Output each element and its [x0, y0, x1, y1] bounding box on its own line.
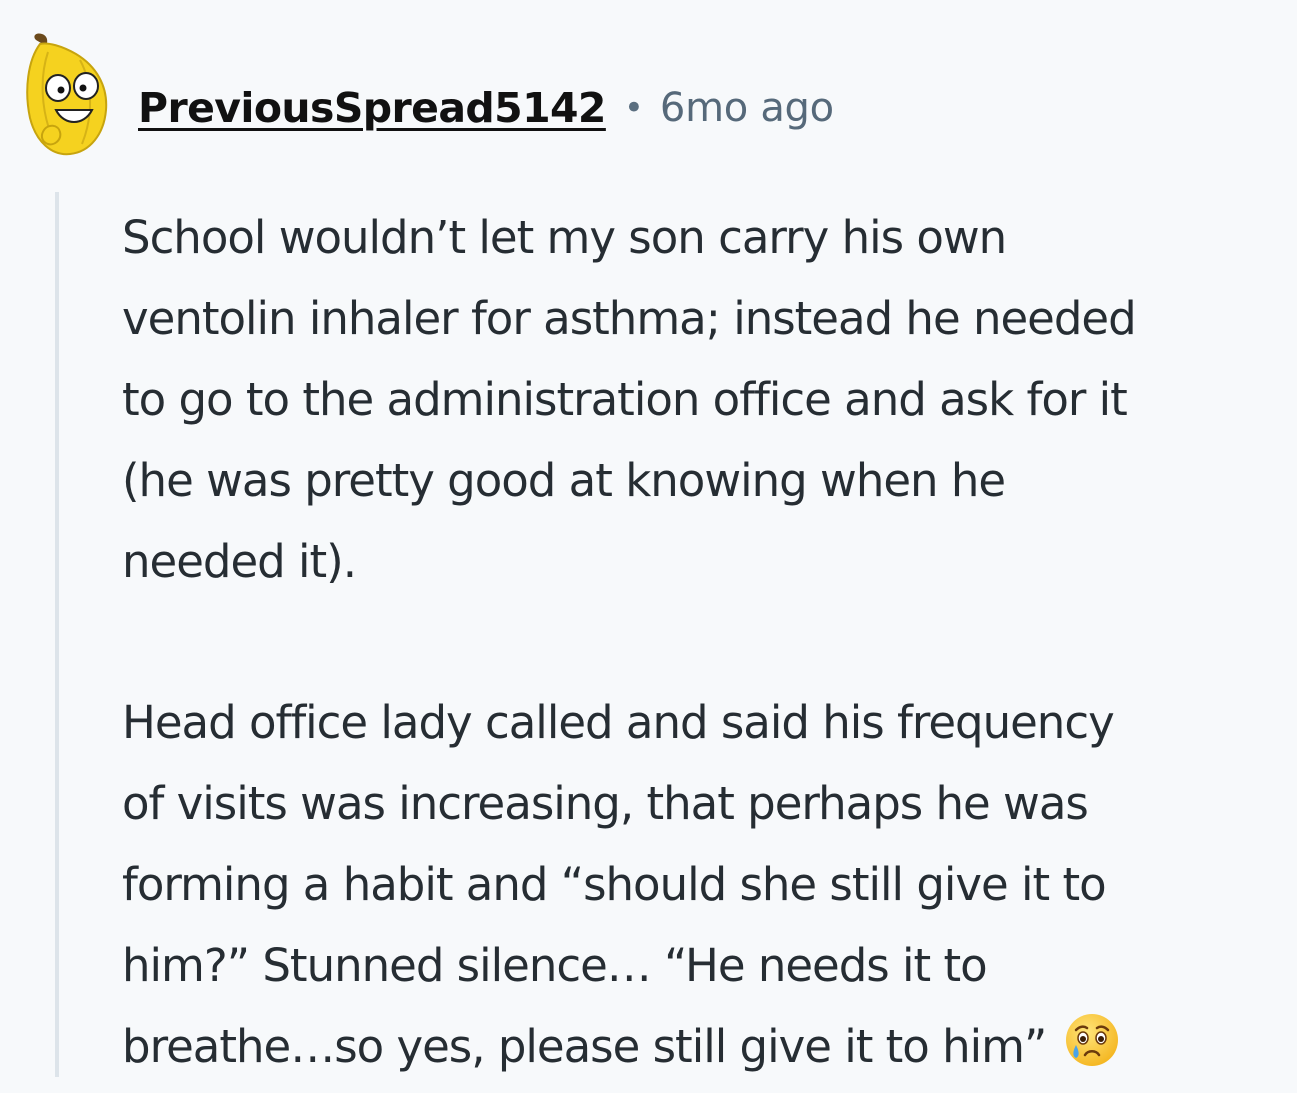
comment-text-line: to go to the administration office and a…	[122, 373, 1128, 426]
comment-paragraph: Head office lady called and said his fre…	[122, 682, 1292, 1087]
comment-text-line: forming a habit and “should she still gi…	[122, 858, 1107, 911]
sad-tear-face-emoji-icon	[1064, 1012, 1120, 1068]
author-username-link[interactable]: PreviousSpread5142	[138, 84, 606, 132]
comment-text-line: (he was pretty good at knowing when he	[122, 454, 1006, 507]
comment: PreviousSpread5142 • 6mo ago School woul…	[0, 0, 1297, 1077]
comment-text-line: Head office lady called and said his fre…	[122, 696, 1115, 749]
comment-meta: PreviousSpread5142 • 6mo ago	[138, 80, 834, 136]
comment-text-line-last: breathe…so yes, please still give it to …	[122, 1006, 1292, 1087]
comment-timestamp[interactable]: 6mo ago	[660, 85, 834, 131]
comment-paragraph: School wouldn’t let my son carry his own…	[122, 197, 1292, 602]
comment-text-line: School wouldn’t let my son carry his own	[122, 211, 1007, 264]
thread-line[interactable]	[55, 192, 59, 1077]
comment-text: breathe…so yes, please still give it to …	[122, 1020, 1047, 1073]
comment-text-line: him?” Stunned silence… “He needs it to	[122, 939, 988, 992]
comment-body: School wouldn’t let my son carry his own…	[122, 197, 1292, 1087]
comment-text-line: needed it).	[122, 535, 357, 588]
banana-avatar-icon[interactable]	[18, 30, 118, 160]
meta-separator: •	[623, 88, 644, 128]
comment-text-line: ventolin inhaler for asthma; instead he …	[122, 292, 1137, 345]
comment-text-line: of visits was increasing, that perhaps h…	[122, 777, 1089, 830]
